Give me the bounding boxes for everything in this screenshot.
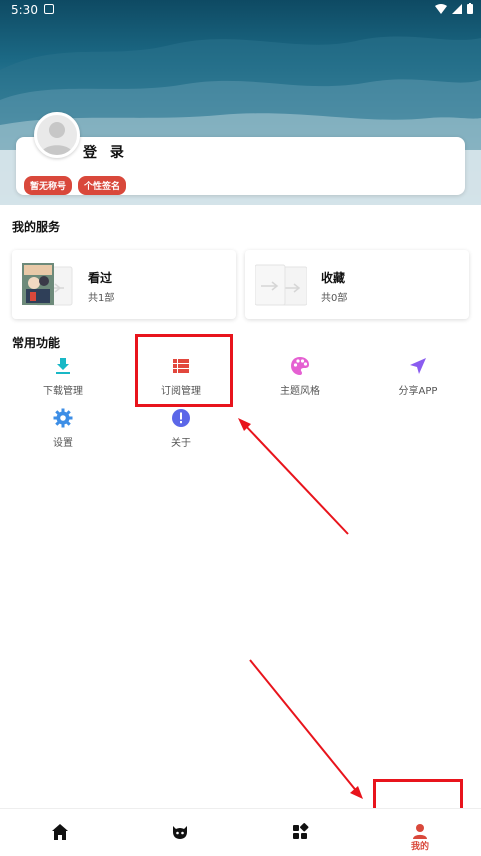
status-bar: 5:30 [0,0,481,20]
signal-icon [452,3,462,14]
nav-label-mine: 我的 [410,842,429,852]
palette-icon [291,357,309,375]
face-icon [173,826,187,839]
feature-label-download: 下载管理 [43,386,83,397]
person-icon [413,824,427,839]
send-icon [410,358,426,374]
feature-share[interactable]: 分享APP [363,356,473,398]
signature-badge[interactable]: 个性签名 [78,176,127,195]
nav-tab-categories[interactable] [240,809,360,856]
annotation-arrow-to-subscription [242,422,349,535]
avatar[interactable] [34,112,80,158]
feature-theme[interactable]: 主题风格 [245,356,355,398]
history-cover-thumbnail [22,263,73,306]
download-icon [56,358,70,374]
feature-label-settings: 设置 [53,438,73,449]
profile-tags: 暂无称号 个性签名 [24,176,127,195]
annotation-arrowhead-subscription [238,418,251,431]
status-time: 5:30 [11,3,38,17]
status-icons [435,3,473,14]
home-icon [52,824,68,840]
annotation-highlight-subscription [135,334,233,407]
battery-icon [467,3,473,14]
wifi-icon [435,3,447,14]
feature-about[interactable]: 关于 [126,408,236,450]
notification-icon [44,4,54,14]
nav-tab-home[interactable] [0,809,120,856]
services-title: 我的服务 [12,220,61,234]
service-count-history: 共1部 [88,293,115,304]
title-badge[interactable]: 暂无称号 [24,176,73,195]
grid-icon [293,823,309,839]
service-card-favorites[interactable]: 收藏 共0部 [245,250,469,319]
annotation-arrow-to-mine-tab [249,659,359,794]
feature-label-share: 分享APP [398,386,438,397]
nav-tab-discover[interactable] [120,809,240,856]
feature-settings[interactable]: 设置 [8,408,118,450]
feature-download[interactable]: 下载管理 [8,356,118,398]
favorites-placeholder-thumbnail [255,264,307,306]
nav-tab-mine[interactable]: 我的 [360,809,480,856]
service-title-history: 看过 [88,271,113,285]
gear-icon [53,408,73,428]
info-icon [172,409,190,427]
features-title: 常用功能 [12,336,61,350]
service-count-favorites: 共0部 [321,293,348,304]
login-button[interactable]: 登 录 [83,142,128,162]
feature-label-theme: 主题风格 [280,386,320,397]
bottom-navigation: 我的 [0,808,481,856]
feature-label-about: 关于 [171,438,191,449]
service-title-favorites: 收藏 [321,271,346,285]
service-card-history[interactable]: 看过 共1部 [12,250,236,319]
annotation-arrowhead-mine-tab [350,786,363,799]
